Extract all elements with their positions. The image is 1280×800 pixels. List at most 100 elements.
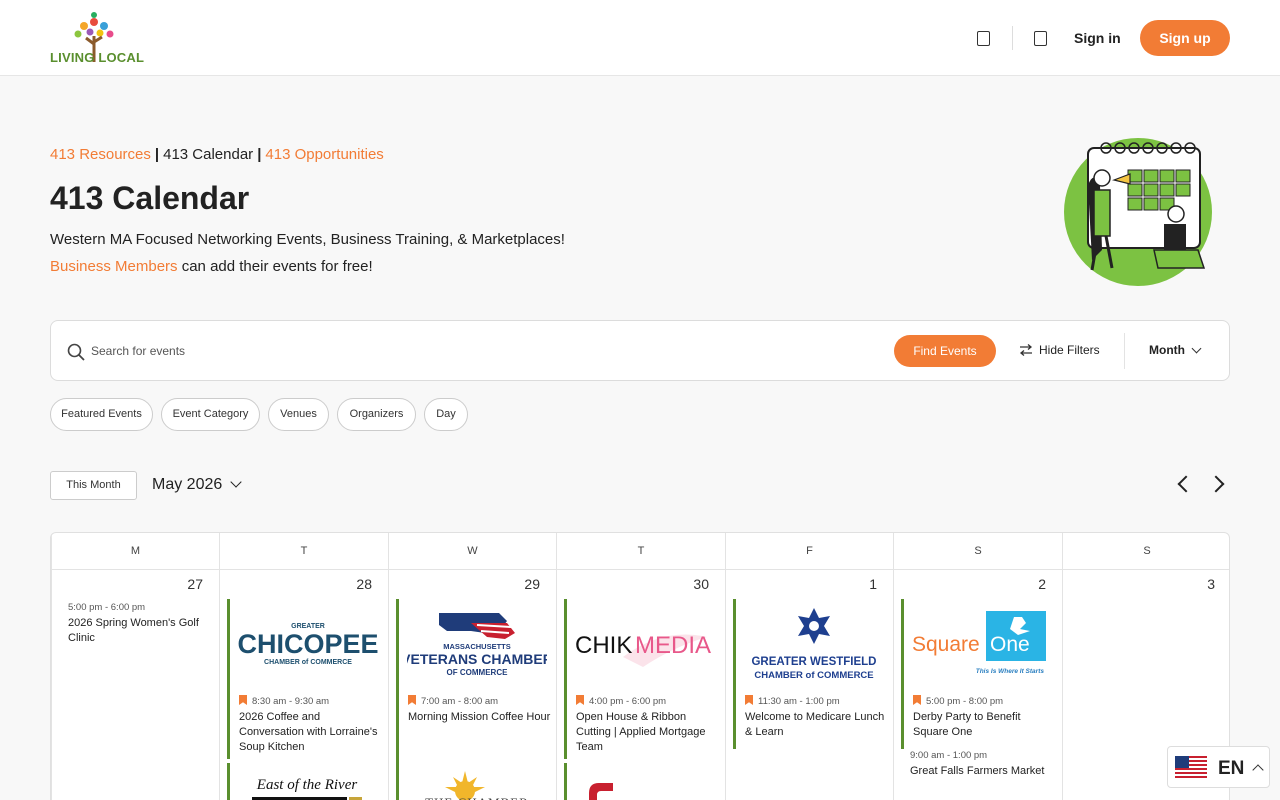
language-switcher[interactable]: EN <box>1167 746 1270 788</box>
breadcrumb-opportunities-link[interactable]: 413 Opportunities <box>265 146 383 163</box>
svg-text:CHAMBER of COMMERCE: CHAMBER of COMMERCE <box>264 659 352 666</box>
breadcrumb-current: 413 Calendar <box>163 146 254 163</box>
calendar-day-cell: W 29 MASSACHUSETTS VETERANS CHAMBER OF C… <box>388 533 556 800</box>
event-time: 5:00 pm - 6:00 pm <box>68 602 146 613</box>
sign-up-button[interactable]: Sign up <box>1140 20 1230 56</box>
filter-event-category[interactable]: Event Category <box>161 398 260 431</box>
day-number[interactable]: 27 <box>187 576 203 592</box>
day-number[interactable]: 30 <box>693 576 709 592</box>
square-one-logo: Square One This Is Where It Starts <box>912 611 1046 675</box>
find-events-button[interactable]: Find Events <box>894 335 996 367</box>
bookmark-icon <box>576 695 584 705</box>
bookmark-icon[interactable] <box>977 31 990 46</box>
weekday-label: S <box>974 545 982 557</box>
bookmark-icon <box>408 695 416 705</box>
logo-wordmark: LIVING LOCAL <box>50 50 145 65</box>
svg-text:CHAMBER of COMMERCE: CHAMBER of COMMERCE <box>754 670 873 681</box>
the-chamber-logo: THE CHAMBER <box>425 771 529 800</box>
chevron-down-icon <box>1191 343 1202 354</box>
day-number[interactable]: 1 <box>869 576 877 592</box>
previous-month-icon[interactable] <box>1177 475 1195 493</box>
svg-text:One: One <box>990 633 1030 656</box>
search-divider <box>1124 333 1125 369</box>
weekday-label: M <box>130 545 141 557</box>
event-title-link[interactable]: 2026 Spring Women's Golf Clinic <box>68 616 213 646</box>
search-icon <box>67 343 85 361</box>
calendar-day-cell: S 2 Square One This Is Where It Starts 5… <box>893 533 1062 800</box>
event-time: 7:00 am - 8:00 am <box>408 695 498 707</box>
sign-in-link[interactable]: Sign in <box>1074 30 1121 46</box>
breadcrumb-separator: | <box>154 146 160 163</box>
svg-text:Square: Square <box>912 633 980 656</box>
day-number[interactable]: 3 <box>1207 576 1215 592</box>
event-title-link[interactable]: 2026 Coffee and Conversation with Lorrai… <box>239 710 384 755</box>
bookmark-icon <box>745 695 753 705</box>
chevron-up-icon <box>1252 764 1264 776</box>
weekday-label: W <box>467 545 478 557</box>
event-title-link[interactable]: Welcome to Medicare Lunch & Learn <box>745 710 890 740</box>
event-card[interactable]: GREATER CHICOPEE CHAMBER of COMMERCE 8:3… <box>227 599 378 759</box>
event-title-link[interactable]: Open House & Ribbon Cutting | Applied Mo… <box>576 710 721 755</box>
event-time: 8:30 am - 9:30 am <box>239 695 329 707</box>
bookmark-icon <box>239 695 247 705</box>
svg-text:CHIK: CHIK <box>575 632 632 659</box>
next-month-icon[interactable] <box>1207 475 1225 493</box>
this-month-button[interactable]: This Month <box>50 471 137 500</box>
event-card[interactable]: MASSACHUSETTS VETERANS CHAMBER OF COMMER… <box>396 599 550 749</box>
filter-toggle-icon <box>1019 344 1033 356</box>
filter-venues[interactable]: Venues <box>268 398 329 431</box>
event-card[interactable]: Square One This Is Where It Starts 5:00 … <box>901 599 1046 749</box>
calendar-day-cell: M 27 5:00 pm - 6:00 pm 2026 Spring Women… <box>51 533 219 800</box>
filter-organizers[interactable]: Organizers <box>337 398 416 431</box>
event-card[interactable]: GREATER WESTFIELD CHAMBER of COMMERCE 11… <box>733 599 884 749</box>
top-navbar: LIVING LOCAL Sign in Sign up <box>0 0 1280 76</box>
east-of-the-river-logo: East of the River <box>252 777 362 800</box>
calendar-illustration <box>1064 138 1212 286</box>
veterans-chamber-logo: MASSACHUSETTS VETERANS CHAMBER OF COMMER… <box>407 613 547 677</box>
us-flag-icon <box>1175 756 1207 780</box>
event-time: 11:30 am - 1:00 pm <box>745 695 840 707</box>
svg-text:VETERANS CHAMBER: VETERANS CHAMBER <box>407 651 547 667</box>
month-calendar-grid: M 27 5:00 pm - 6:00 pm 2026 Spring Women… <box>50 532 1230 800</box>
svg-text:CHICOPEE: CHICOPEE <box>238 629 378 659</box>
calendar-day-cell: T 28 GREATER CHICOPEE CHAMBER of COMMERC… <box>219 533 388 800</box>
day-number[interactable]: 29 <box>524 576 540 592</box>
svg-text:THE CHAMBER: THE CHAMBER <box>425 795 529 800</box>
event-search-bar: Find Events Hide Filters Month <box>50 320 1230 381</box>
event-card[interactable]: CHIK MEDIA 4:00 pm - 6:00 pm Open House … <box>564 599 711 759</box>
event-time: 9:00 am - 1:00 pm <box>910 750 988 761</box>
breadcrumb-separator: | <box>257 146 262 163</box>
day-number[interactable]: 2 <box>1038 576 1046 592</box>
weekday-label: F <box>806 545 813 557</box>
event-time: 5:00 pm - 8:00 pm <box>913 695 1003 707</box>
weekday-label: S <box>1143 545 1151 557</box>
language-code: EN <box>1218 758 1245 779</box>
business-members-link[interactable]: Business Members <box>50 258 178 275</box>
breadcrumb: 413 Resources | 413 Calendar | 413 Opportuni… <box>50 146 384 163</box>
event-title-link[interactable]: Derby Party to Benefit Square One <box>913 710 1058 740</box>
month-picker[interactable]: May 2026 <box>152 476 242 494</box>
cart-icon[interactable] <box>1034 31 1047 46</box>
event-card[interactable]: THE CHAMBER <box>396 747 528 800</box>
westfield-chamber-logo: GREATER WESTFIELD CHAMBER of COMMERCE <box>751 608 877 681</box>
members-note: Business Members can add their events fo… <box>50 258 373 275</box>
day-number[interactable]: 28 <box>356 576 372 592</box>
weekday-label: T <box>300 545 308 557</box>
event-card[interactable]: East of the River <box>227 763 362 800</box>
weekday-label: T <box>637 545 645 557</box>
event-card[interactable]: Springfield <box>564 763 688 800</box>
event-title-link[interactable]: Great Falls Farmers Market <box>910 764 1055 779</box>
chicopee-chamber-logo: GREATER CHICOPEE CHAMBER of COMMERCE <box>238 623 378 666</box>
hide-filters-button[interactable]: Hide Filters <box>1019 343 1100 357</box>
svg-text:This Is Where It Starts: This Is Where It Starts <box>976 668 1045 675</box>
filter-featured-events[interactable]: Featured Events <box>50 398 153 431</box>
filter-day[interactable]: Day <box>424 398 468 431</box>
breadcrumb-resources-link[interactable]: 413 Resources <box>50 146 151 163</box>
view-selector[interactable]: Month <box>1149 343 1202 357</box>
svg-text:MASSACHUSETTS: MASSACHUSETTS <box>443 642 511 651</box>
page-title: 413 Calendar <box>50 180 250 216</box>
search-input[interactable] <box>91 339 791 363</box>
header-divider <box>1012 26 1013 50</box>
springfield-logo: Springfield <box>589 783 688 800</box>
event-title-link[interactable]: Morning Mission Coffee Hour <box>408 710 553 725</box>
